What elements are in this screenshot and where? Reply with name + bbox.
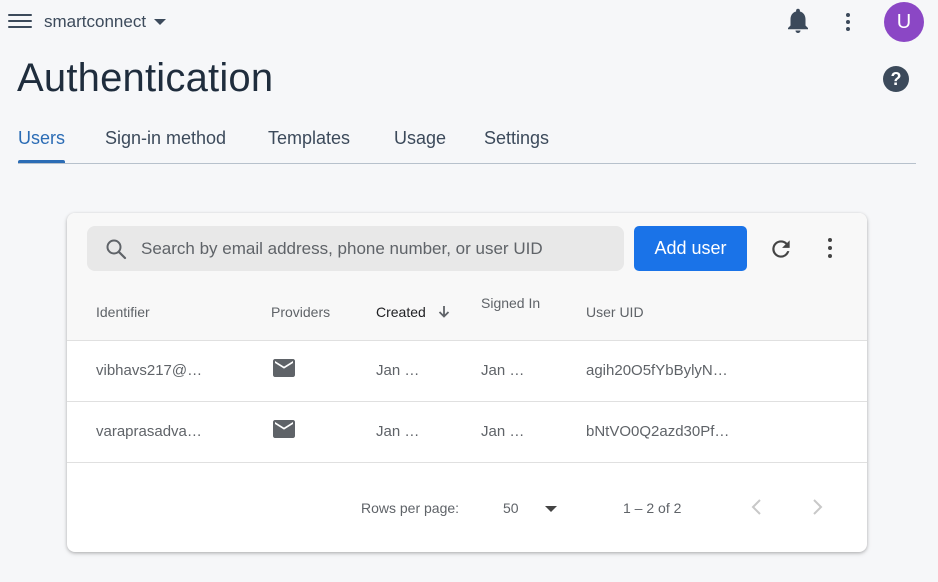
cell-created: Jan … bbox=[376, 423, 420, 440]
caret-down-icon bbox=[545, 506, 557, 512]
search-bar[interactable] bbox=[87, 226, 624, 271]
cell-signed-in: Jan … bbox=[481, 423, 525, 440]
mail-icon bbox=[273, 359, 295, 377]
rows-per-page-select[interactable]: 50 bbox=[503, 493, 563, 523]
column-header-user-uid[interactable]: User UID bbox=[586, 303, 644, 321]
help-icon[interactable]: ? bbox=[883, 66, 909, 92]
arrow-down-icon bbox=[438, 306, 449, 318]
tab-sign-in-method[interactable]: Sign-in method bbox=[105, 128, 226, 149]
chevron-left-icon[interactable] bbox=[745, 495, 769, 519]
mail-icon bbox=[273, 420, 295, 438]
search-icon bbox=[106, 239, 127, 259]
more-options-icon[interactable] bbox=[840, 10, 856, 34]
column-header-created-label: Created bbox=[376, 304, 426, 320]
refresh-icon[interactable] bbox=[768, 236, 794, 262]
tab-usage[interactable]: Usage bbox=[394, 128, 446, 149]
caret-down-icon bbox=[154, 19, 167, 25]
bell-icon[interactable] bbox=[786, 8, 810, 34]
column-header-created[interactable]: Created bbox=[376, 303, 452, 321]
pagination-bar: Rows per page: 50 1 – 2 of 2 bbox=[67, 462, 867, 552]
cell-created: Jan … bbox=[376, 362, 420, 379]
cell-user-uid: agih20O5fYbBylyN… bbox=[586, 362, 728, 379]
card-header: Add user Identifier Providers Created Si… bbox=[67, 213, 867, 340]
page-title: Authentication bbox=[17, 56, 274, 100]
cell-signed-in: Jan … bbox=[481, 362, 525, 379]
tab-settings[interactable]: Settings bbox=[484, 128, 549, 149]
avatar[interactable]: U bbox=[884, 2, 924, 42]
rows-per-page-value: 50 bbox=[503, 500, 519, 516]
cell-identifier: varaprasadva… bbox=[96, 423, 202, 440]
cell-user-uid: bNtVO0Q2azd30Pf… bbox=[586, 423, 730, 440]
column-header-identifier[interactable]: Identifier bbox=[96, 303, 150, 321]
cell-identifier: vibhavs217@… bbox=[96, 362, 203, 379]
search-input[interactable] bbox=[141, 238, 611, 259]
table-row[interactable]: vibhavs217@… Jan … Jan … agih20O5fYbByly… bbox=[67, 340, 867, 401]
hamburger-menu-icon[interactable] bbox=[8, 11, 32, 31]
project-name: smartconnect bbox=[44, 12, 147, 31]
add-user-button[interactable]: Add user bbox=[634, 226, 747, 271]
active-tab-indicator bbox=[18, 160, 65, 163]
pagination-range: 1 – 2 of 2 bbox=[623, 500, 682, 516]
tab-templates[interactable]: Templates bbox=[268, 128, 350, 149]
top-bar: smartconnect U bbox=[0, 0, 938, 44]
tab-bar: Users Sign-in method Templates Usage Set… bbox=[18, 126, 916, 164]
column-header-providers[interactable]: Providers bbox=[271, 303, 330, 321]
users-card: Add user Identifier Providers Created Si… bbox=[67, 213, 867, 552]
tab-users[interactable]: Users bbox=[18, 128, 65, 149]
table-options-icon[interactable] bbox=[823, 236, 837, 262]
chevron-right-icon[interactable] bbox=[805, 495, 829, 519]
project-selector[interactable]: smartconnect bbox=[44, 12, 167, 32]
table-row[interactable]: varaprasadva… Jan … Jan … bNtVO0Q2azd30P… bbox=[67, 401, 867, 462]
column-header-signed-in[interactable]: Signed In bbox=[481, 294, 541, 312]
rows-per-page-label: Rows per page: bbox=[361, 500, 460, 516]
